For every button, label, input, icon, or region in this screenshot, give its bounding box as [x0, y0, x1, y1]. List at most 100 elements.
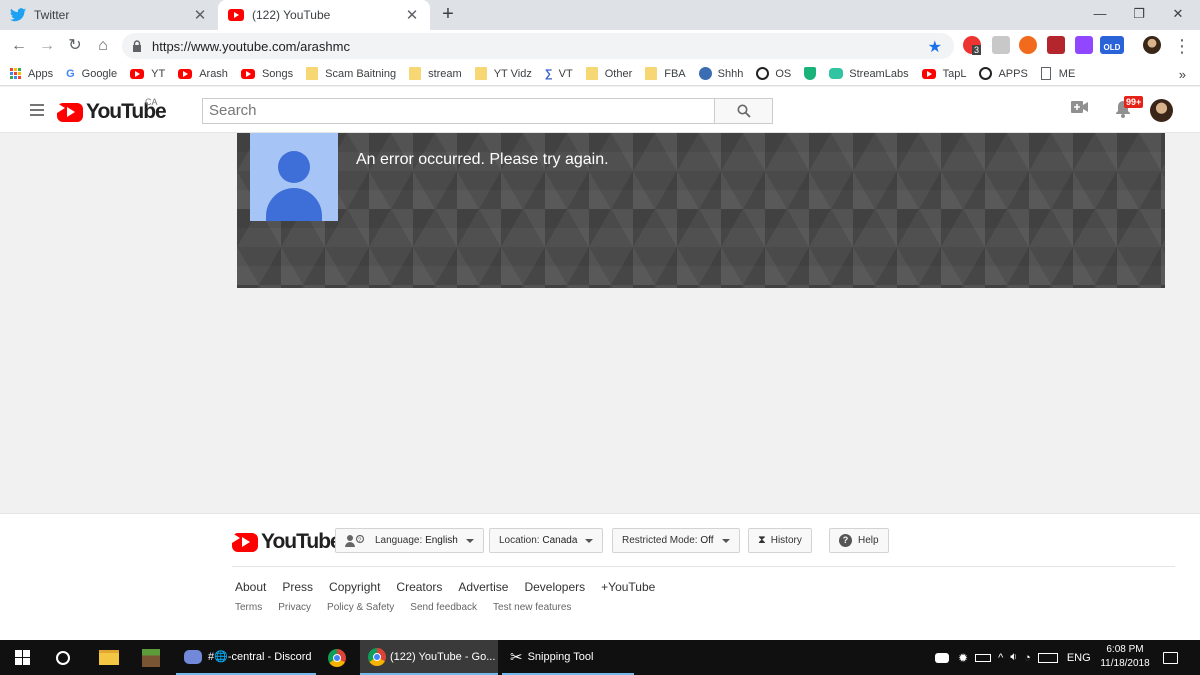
taskbar-discord[interactable]: #🌐-central - Discord: [176, 640, 316, 675]
reload-icon[interactable]: ↻: [63, 34, 87, 58]
extension-icon[interactable]: 3: [963, 36, 982, 55]
forward-arrow-icon[interactable]: →: [35, 34, 59, 58]
folder-icon: [585, 67, 598, 80]
bookmark-arash[interactable]: Arash: [178, 68, 228, 80]
wifi-icon[interactable]: ◔: [1024, 652, 1031, 664]
clock[interactable]: 6:08 PM 11/18/2018: [1094, 643, 1156, 671]
settings-gear-icon[interactable]: ✹: [958, 651, 968, 665]
search-button[interactable]: [714, 98, 773, 124]
account-avatar[interactable]: [1150, 99, 1173, 122]
profile-avatar[interactable]: [1143, 36, 1161, 54]
minecraft-block-icon: [142, 648, 160, 667]
footer-link-policy-safety[interactable]: Policy & Safety: [327, 602, 394, 613]
bookmark-songs[interactable]: Songs: [240, 68, 293, 80]
chrome-icon: [368, 647, 386, 666]
taskbar-youtube-chrome[interactable]: (122) YouTube - Go...: [360, 640, 498, 675]
bookmark-apps-e[interactable]: APPS: [979, 67, 1028, 80]
close-tab-icon[interactable]: ✕: [404, 6, 420, 24]
footer-link-terms[interactable]: Terms: [235, 602, 262, 613]
file-explorer-button[interactable]: [90, 640, 128, 675]
hamburger-menu-icon[interactable]: [30, 104, 44, 119]
footer-link-about[interactable]: About: [235, 580, 266, 594]
bookmark-folder-scam-baitning[interactable]: Scam Baitning: [306, 67, 396, 80]
discord-tray-icon[interactable]: [935, 652, 949, 663]
chevron-up-icon[interactable]: ^: [998, 652, 1003, 664]
taskbar-snipping-tool[interactable]: ✂ Snipping Tool: [502, 640, 634, 675]
extension-icon[interactable]: [1019, 36, 1037, 54]
bookmark-folder-yt-vidz[interactable]: YT Vidz: [474, 67, 532, 80]
bookmark-os[interactable]: OS: [756, 67, 791, 80]
close-window-icon[interactable]: ✕: [1156, 0, 1200, 30]
footer-link-advertise[interactable]: Advertise: [458, 580, 508, 594]
bookmarks-bar: Apps G Google YT Arash Songs Scam Baitni…: [0, 62, 1200, 86]
windows-taskbar: #🌐-central - Discord (122) YouTube - Go.…: [0, 640, 1200, 675]
bookmark-apps[interactable]: Apps: [10, 68, 53, 80]
bookmark-folder-fba[interactable]: FBA: [645, 67, 686, 80]
footer-link-send-feedback[interactable]: Send feedback: [410, 602, 477, 613]
bookmark-shield[interactable]: [804, 67, 817, 80]
footer-link-press[interactable]: Press: [282, 580, 313, 594]
new-tab-button[interactable]: +: [438, 4, 458, 26]
address-bar[interactable]: https://www.youtube.com/arashmc ★: [122, 33, 954, 59]
footer-link-copyright[interactable]: Copyright: [329, 580, 380, 594]
twitter-bird-icon: [10, 7, 26, 23]
bookmark-tapl[interactable]: TapL: [921, 68, 966, 80]
discord-icon: [184, 649, 202, 664]
upload-video-icon[interactable]: [1071, 100, 1089, 114]
twitch-icon[interactable]: [1075, 36, 1093, 54]
footer-link-privacy[interactable]: Privacy: [278, 602, 311, 613]
start-button[interactable]: [0, 640, 44, 675]
bookmark-shhh[interactable]: Shhh: [698, 67, 743, 80]
extension-icon[interactable]: [992, 36, 1010, 54]
footer-youtube-logo[interactable]: YouTube: [232, 530, 342, 554]
menu-kebab-icon[interactable]: ⋮: [1170, 34, 1194, 58]
action-center-icon[interactable]: [1163, 640, 1178, 675]
e-icon: [979, 67, 993, 80]
youtube-icon: [178, 68, 193, 79]
back-arrow-icon[interactable]: ←: [7, 34, 31, 58]
browser-toolbar: ← → ↻ ⌂ https://www.youtube.com/arashmc …: [0, 30, 1200, 62]
bookmark-google[interactable]: G Google: [66, 68, 117, 80]
old-extension-icon[interactable]: OLD: [1100, 36, 1124, 54]
bookmark-me[interactable]: ME: [1040, 67, 1075, 80]
streamlabs-icon: [829, 68, 844, 79]
cortana-search-button[interactable]: [44, 640, 82, 675]
apps-grid-icon: [10, 68, 21, 79]
tab-youtube[interactable]: (122) YouTube ✕: [218, 0, 430, 30]
footer-link-test-new-features[interactable]: Test new features: [493, 602, 571, 613]
bookmark-yt[interactable]: YT: [130, 68, 165, 80]
bookmark-folder-other[interactable]: Other: [585, 67, 632, 80]
bookmarks-overflow-icon[interactable]: »: [1179, 67, 1186, 82]
footer-link-creators[interactable]: Creators: [396, 580, 442, 594]
bookmark-star-icon[interactable]: ★: [928, 37, 942, 57]
google-icon: G: [66, 67, 75, 80]
youtube-icon: [921, 68, 936, 79]
bookmark-vt[interactable]: ∑ VT: [545, 68, 573, 80]
chrome-pinned-button[interactable]: [318, 640, 356, 675]
home-icon[interactable]: ⌂: [91, 34, 115, 58]
speaker-icon[interactable]: 🔉︎: [1010, 651, 1017, 664]
minecraft-button[interactable]: [132, 640, 170, 675]
svg-text:?: ?: [358, 538, 362, 544]
footer-link-plus-youtube[interactable]: +YouTube: [601, 580, 655, 594]
tab-twitter[interactable]: Twitter ✕: [0, 0, 218, 30]
close-tab-icon[interactable]: ✕: [192, 6, 208, 24]
input-language[interactable]: ENG: [1067, 652, 1091, 664]
search-input[interactable]: Search: [202, 98, 715, 124]
restore-icon[interactable]: ❐: [1117, 0, 1161, 30]
keyboard-icon[interactable]: [1037, 652, 1058, 663]
folder-icon: [474, 67, 487, 80]
extension-icon[interactable]: [1047, 36, 1065, 54]
restricted-mode-button[interactable]: Restricted Mode: Off: [612, 528, 740, 553]
bookmark-streamlabs[interactable]: StreamLabs: [829, 68, 909, 80]
channel-banner: An error occurred. Please try again.: [237, 133, 1165, 288]
notification-count-badge: 99+: [1124, 96, 1144, 108]
help-button[interactable]: ? Help: [829, 528, 889, 553]
footer-link-developers[interactable]: Developers: [524, 580, 585, 594]
battery-icon[interactable]: [975, 653, 992, 662]
location-picker-button[interactable]: Location: Canada: [489, 528, 604, 553]
bookmark-folder-stream[interactable]: stream: [409, 67, 462, 80]
minimize-icon[interactable]: —: [1078, 0, 1122, 30]
language-picker-button[interactable]: ? Language: English: [335, 528, 484, 553]
history-button[interactable]: ⧗ History: [748, 528, 812, 553]
